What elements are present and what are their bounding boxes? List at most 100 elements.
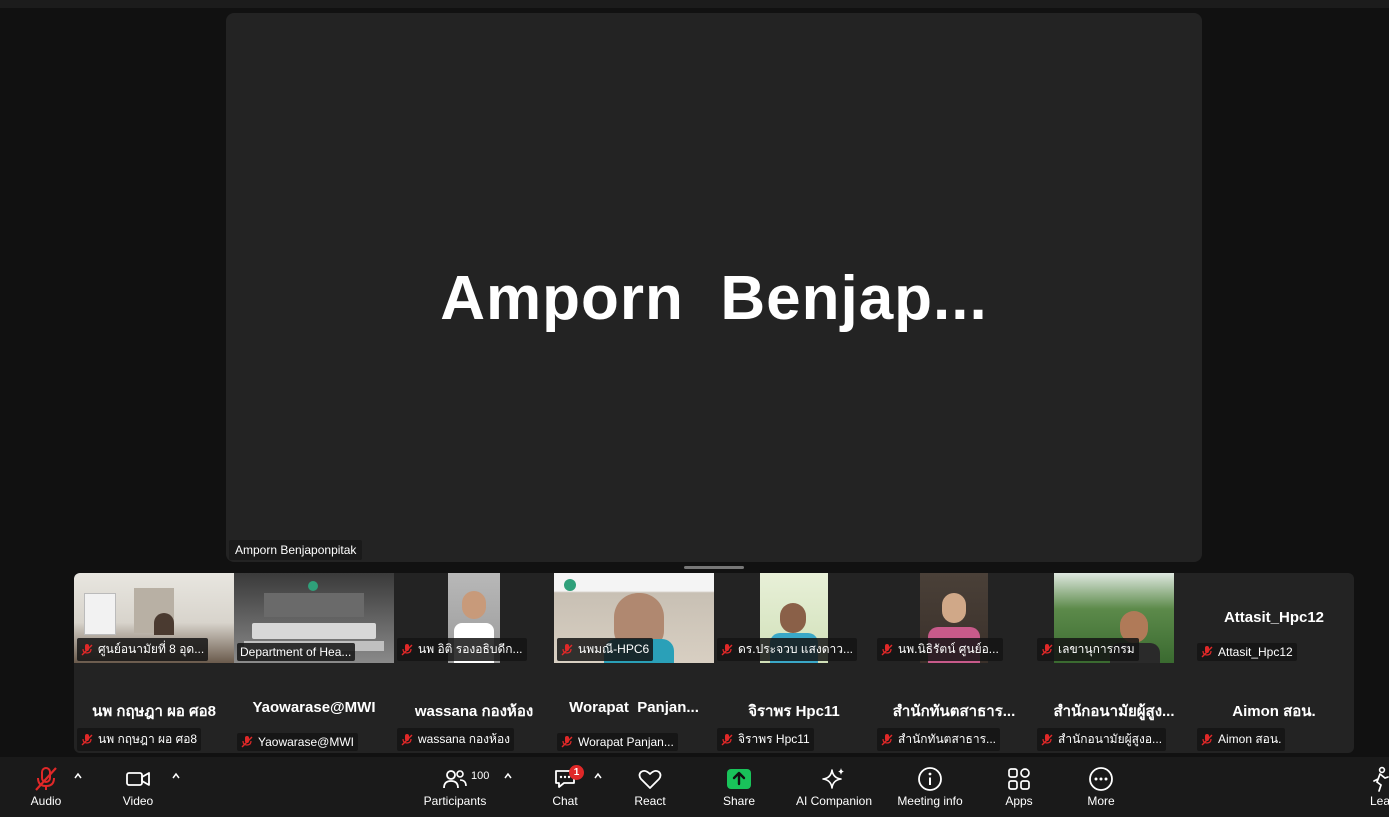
chat-button[interactable]: Chat bbox=[540, 757, 590, 817]
participants-options-chevron-icon[interactable] bbox=[503, 772, 513, 780]
muted-mic-icon bbox=[1201, 646, 1213, 658]
chat-options-chevron-icon[interactable] bbox=[593, 772, 603, 780]
participant-tile[interactable]: เลขานุการกรม bbox=[1034, 573, 1194, 663]
react-label: React bbox=[634, 794, 666, 808]
audio-label: Audio bbox=[30, 794, 62, 808]
muted-mic-icon bbox=[1041, 643, 1053, 655]
muted-mic-icon bbox=[1041, 733, 1053, 745]
muted-mic-icon bbox=[81, 643, 93, 655]
leave-button[interactable]: Lea bbox=[1366, 757, 1389, 817]
muted-microphone-icon bbox=[35, 767, 57, 791]
participant-tile[interactable]: นพ อิติ รองอธิบดีก... bbox=[394, 573, 554, 663]
participant-display-name: นพ กฤษฎา ผอ ศอ8 bbox=[92, 703, 216, 720]
info-icon bbox=[918, 767, 942, 791]
audio-options-chevron-icon[interactable] bbox=[73, 772, 83, 780]
share-screen-icon bbox=[727, 769, 751, 789]
participants-icon bbox=[443, 770, 467, 789]
muted-mic-icon bbox=[881, 643, 893, 655]
participant-tile[interactable]: นพมณี-HPC6 bbox=[554, 573, 714, 663]
muted-mic-icon bbox=[881, 733, 893, 745]
speaker-name-label: Amporn Benjaponpitak bbox=[229, 540, 363, 560]
video-label: Video bbox=[122, 794, 154, 808]
meeting-info-label: Meeting info bbox=[897, 794, 963, 808]
participant-display-name: Yaowarase@MWI bbox=[252, 699, 376, 716]
gallery-resize-handle[interactable] bbox=[684, 566, 744, 569]
participant-tile[interactable]: Attasit_Hpc12 Attasit_Hpc12 bbox=[1194, 573, 1354, 663]
muted-mic-icon bbox=[721, 643, 733, 655]
ai-companion-label: AI Companion bbox=[795, 794, 873, 808]
participant-tile[interactable]: นพ กฤษฎา ผอ ศอ8 นพ กฤษฎา ผอ ศอ8 bbox=[74, 663, 234, 753]
participant-name-label: Department of Hea... bbox=[237, 643, 356, 661]
video-button[interactable]: Video bbox=[114, 757, 162, 817]
participant-name-label: สำนักทันตสาธาร... bbox=[877, 728, 1001, 751]
participant-gallery: ศูนย์อนามัยที่ 8 อุด... Department of He… bbox=[74, 573, 1354, 753]
participant-name-label: Yaowarase@MWI bbox=[237, 733, 358, 751]
participants-count: 100 bbox=[471, 770, 490, 782]
participant-name-label: ศูนย์อนามัยที่ 8 อุด... bbox=[77, 638, 209, 661]
participants-label: Participants bbox=[423, 794, 487, 808]
participant-name-label: เลขานุการกรม bbox=[1037, 638, 1139, 661]
share-label: Share bbox=[722, 794, 756, 808]
participant-name-label: นพ อิติ รองอธิบดีก... bbox=[397, 638, 527, 661]
participant-name-label: สำนักอนามัยผู้สูงอ... bbox=[1037, 728, 1167, 751]
leave-walking-icon bbox=[1373, 766, 1389, 792]
participant-name-label: นพ กฤษฎา ผอ ศอ8 bbox=[77, 728, 202, 751]
participants-button[interactable]: Participants bbox=[420, 757, 490, 817]
participant-display-name: สำนักอนามัยผู้สูง... bbox=[1053, 703, 1175, 720]
chat-label: Chat bbox=[552, 794, 578, 808]
participant-display-name: สำนักทันตสาธาร... bbox=[892, 703, 1016, 720]
participant-tile[interactable]: Aimon สอน. Aimon สอน. bbox=[1194, 663, 1354, 753]
participant-display-name: wassana กองห้อง bbox=[414, 703, 534, 720]
participant-display-name: Attasit_Hpc12 bbox=[1223, 609, 1325, 626]
muted-mic-icon bbox=[241, 736, 253, 748]
more-label: More bbox=[1087, 794, 1115, 808]
participant-tile[interactable]: Department of Hea... bbox=[234, 573, 394, 663]
apps-button[interactable]: Apps bbox=[994, 757, 1044, 817]
participant-tile[interactable]: Worapat Panjan... Worapat Panjan... bbox=[554, 663, 714, 753]
participant-tile[interactable]: สำนักอนามัยผู้สูง... สำนักอนามัยผู้สูงอ.… bbox=[1034, 663, 1194, 753]
participant-tile[interactable]: wassana กองห้อง wassana กองห้อง bbox=[394, 663, 554, 753]
participant-name-label: Attasit_Hpc12 bbox=[1197, 643, 1297, 661]
apps-grid-icon bbox=[1008, 768, 1030, 790]
apps-label: Apps bbox=[1005, 794, 1033, 808]
more-button[interactable]: More bbox=[1076, 757, 1126, 817]
participant-tile[interactable]: ดร.ประจวบ แสงดาว... bbox=[714, 573, 874, 663]
video-camera-icon bbox=[126, 772, 150, 786]
heart-icon bbox=[638, 769, 662, 789]
participant-display-name: Aimon สอน. bbox=[1232, 703, 1316, 720]
more-options-icon bbox=[1089, 767, 1113, 791]
participant-name-label: จิราพร Hpc11 bbox=[717, 728, 814, 751]
participant-tile[interactable]: Yaowarase@MWI Yaowarase@MWI bbox=[234, 663, 394, 753]
muted-mic-icon bbox=[401, 643, 413, 655]
speaker-display-name: Amporn Benjap... bbox=[440, 264, 988, 333]
participant-name-label: นพ.นิธิรัตน์ ศูนย์อ... bbox=[877, 638, 1003, 661]
chat-unread-badge: 1 bbox=[569, 765, 584, 780]
muted-mic-icon bbox=[561, 643, 573, 655]
meeting-toolbar: Audio Video Participants 100 Chat 1 Reac… bbox=[0, 757, 1389, 817]
participant-tile[interactable]: จิราพร Hpc11 จิราพร Hpc11 bbox=[714, 663, 874, 753]
participant-tile[interactable]: สำนักทันตสาธาร... สำนักทันตสาธาร... bbox=[874, 663, 1034, 753]
participant-tile[interactable]: นพ.นิธิรัตน์ ศูนย์อ... bbox=[874, 573, 1034, 663]
participant-display-name: จิราพร Hpc11 bbox=[748, 703, 840, 720]
video-options-chevron-icon[interactable] bbox=[171, 772, 181, 780]
participant-name-label: ดร.ประจวบ แสงดาว... bbox=[717, 638, 857, 661]
muted-mic-icon bbox=[561, 736, 573, 748]
participant-name-label: Aimon สอน. bbox=[1197, 728, 1286, 751]
participant-name-label: นพมณี-HPC6 bbox=[557, 638, 654, 661]
muted-mic-icon bbox=[401, 733, 413, 745]
sparkle-icon bbox=[822, 768, 844, 789]
participant-name-label: Worapat Panjan... bbox=[557, 733, 678, 751]
audio-button[interactable]: Audio bbox=[22, 757, 70, 817]
muted-mic-icon bbox=[721, 733, 733, 745]
active-speaker-view[interactable]: Amporn Benjap... Amporn Benjaponpitak bbox=[226, 13, 1202, 562]
participant-display-name: Worapat Panjan... bbox=[569, 699, 699, 716]
muted-mic-icon bbox=[1201, 733, 1213, 745]
share-button[interactable]: Share bbox=[714, 757, 764, 817]
participant-tile[interactable]: ศูนย์อนามัยที่ 8 อุด... bbox=[74, 573, 234, 663]
ai-companion-button[interactable]: AI Companion bbox=[790, 757, 878, 817]
muted-mic-icon bbox=[81, 733, 93, 745]
participant-name-label: wassana กองห้อง bbox=[397, 728, 515, 751]
top-bar bbox=[0, 0, 1389, 8]
meeting-info-button[interactable]: Meeting info bbox=[892, 757, 968, 817]
react-button[interactable]: React bbox=[625, 757, 675, 817]
